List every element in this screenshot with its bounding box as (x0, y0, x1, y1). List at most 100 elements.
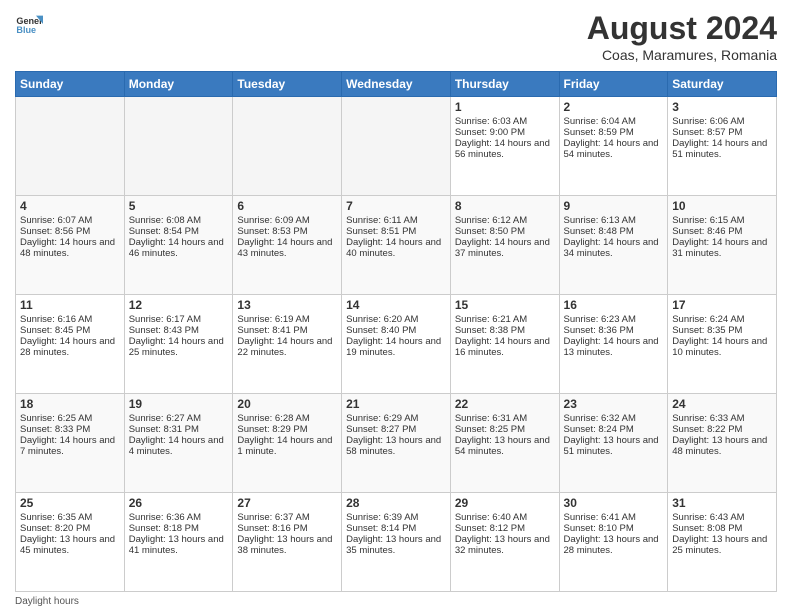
day-number: 9 (564, 199, 664, 213)
daylight-label: Daylight: 14 hours and 31 minutes. (672, 237, 767, 259)
daylight-label: Daylight: 14 hours and 1 minute. (237, 435, 332, 457)
logo-icon: General Blue (15, 10, 43, 38)
calendar-cell: 30 Sunrise: 6:41 AM Sunset: 8:10 PM Dayl… (559, 493, 668, 592)
calendar-cell: 27 Sunrise: 6:37 AM Sunset: 8:16 PM Dayl… (233, 493, 342, 592)
calendar-cell: 18 Sunrise: 6:25 AM Sunset: 8:33 PM Dayl… (16, 394, 125, 493)
calendar-cell (342, 97, 451, 196)
daylight-label: Daylight: 14 hours and 10 minutes. (672, 336, 767, 358)
calendar-cell: 17 Sunrise: 6:24 AM Sunset: 8:35 PM Dayl… (668, 295, 777, 394)
sunset-label: Sunset: 8:57 PM (672, 127, 742, 138)
day-number: 10 (672, 199, 772, 213)
calendar-cell (124, 97, 233, 196)
calendar-cell: 6 Sunrise: 6:09 AM Sunset: 8:53 PM Dayli… (233, 196, 342, 295)
daylight-label: Daylight: 14 hours and 46 minutes. (129, 237, 224, 259)
calendar-cell (233, 97, 342, 196)
daylight-label: Daylight: 14 hours and 40 minutes. (346, 237, 441, 259)
sunrise-label: Sunrise: 6:13 AM (564, 215, 636, 226)
calendar-cell: 21 Sunrise: 6:29 AM Sunset: 8:27 PM Dayl… (342, 394, 451, 493)
calendar-cell: 2 Sunrise: 6:04 AM Sunset: 8:59 PM Dayli… (559, 97, 668, 196)
daylight-label: Daylight: 13 hours and 38 minutes. (237, 534, 332, 556)
sunrise-label: Sunrise: 6:35 AM (20, 512, 92, 523)
day-header-saturday: Saturday (668, 72, 777, 97)
calendar-cell: 7 Sunrise: 6:11 AM Sunset: 8:51 PM Dayli… (342, 196, 451, 295)
day-number: 3 (672, 100, 772, 114)
sunrise-label: Sunrise: 6:23 AM (564, 314, 636, 325)
daylight-label: Daylight: 14 hours and 16 minutes. (455, 336, 550, 358)
day-number: 26 (129, 496, 229, 510)
day-number: 4 (20, 199, 120, 213)
sunset-label: Sunset: 8:27 PM (346, 424, 416, 435)
sunrise-label: Sunrise: 6:04 AM (564, 116, 636, 127)
daylight-label: Daylight: 13 hours and 51 minutes. (564, 435, 659, 457)
calendar-cell: 9 Sunrise: 6:13 AM Sunset: 8:48 PM Dayli… (559, 196, 668, 295)
daylight-label: Daylight: 14 hours and 4 minutes. (129, 435, 224, 457)
day-number: 21 (346, 397, 446, 411)
sunset-label: Sunset: 8:10 PM (564, 523, 634, 534)
daylight-label: Daylight: 13 hours and 54 minutes. (455, 435, 550, 457)
sunrise-label: Sunrise: 6:31 AM (455, 413, 527, 424)
header: General Blue August 2024 Coas, Maramures… (15, 10, 777, 63)
calendar-cell: 24 Sunrise: 6:33 AM Sunset: 8:22 PM Dayl… (668, 394, 777, 493)
sunrise-label: Sunrise: 6:37 AM (237, 512, 309, 523)
sunset-label: Sunset: 8:56 PM (20, 226, 90, 237)
day-header-thursday: Thursday (450, 72, 559, 97)
sunrise-label: Sunrise: 6:16 AM (20, 314, 92, 325)
day-number: 16 (564, 298, 664, 312)
day-number: 27 (237, 496, 337, 510)
calendar-table: SundayMondayTuesdayWednesdayThursdayFrid… (15, 71, 777, 592)
daylight-label: Daylight: 14 hours and 22 minutes. (237, 336, 332, 358)
daylight-label: Daylight: 14 hours and 43 minutes. (237, 237, 332, 259)
day-header-monday: Monday (124, 72, 233, 97)
sunset-label: Sunset: 8:22 PM (672, 424, 742, 435)
calendar-cell: 14 Sunrise: 6:20 AM Sunset: 8:40 PM Dayl… (342, 295, 451, 394)
calendar-cell: 15 Sunrise: 6:21 AM Sunset: 8:38 PM Dayl… (450, 295, 559, 394)
daylight-label: Daylight: 14 hours and 56 minutes. (455, 138, 550, 160)
daylight-label: Daylight: 13 hours and 41 minutes. (129, 534, 224, 556)
day-number: 19 (129, 397, 229, 411)
sunrise-label: Sunrise: 6:39 AM (346, 512, 418, 523)
month-year: August 2024 (587, 10, 777, 47)
footer-label: Daylight hours (15, 596, 79, 607)
day-number: 23 (564, 397, 664, 411)
sunset-label: Sunset: 8:43 PM (129, 325, 199, 336)
calendar-cell: 31 Sunrise: 6:43 AM Sunset: 8:08 PM Dayl… (668, 493, 777, 592)
calendar-cell (16, 97, 125, 196)
day-number: 20 (237, 397, 337, 411)
sunset-label: Sunset: 8:35 PM (672, 325, 742, 336)
day-number: 24 (672, 397, 772, 411)
sunset-label: Sunset: 8:36 PM (564, 325, 634, 336)
sunrise-label: Sunrise: 6:43 AM (672, 512, 744, 523)
sunrise-label: Sunrise: 6:36 AM (129, 512, 201, 523)
sunrise-label: Sunrise: 6:32 AM (564, 413, 636, 424)
sunset-label: Sunset: 8:59 PM (564, 127, 634, 138)
day-number: 1 (455, 100, 555, 114)
daylight-label: Daylight: 14 hours and 7 minutes. (20, 435, 115, 457)
daylight-label: Daylight: 13 hours and 25 minutes. (672, 534, 767, 556)
page-container: General Blue August 2024 Coas, Maramures… (0, 0, 792, 612)
daylight-label: Daylight: 13 hours and 35 minutes. (346, 534, 441, 556)
sunrise-label: Sunrise: 6:24 AM (672, 314, 744, 325)
sunset-label: Sunset: 8:53 PM (237, 226, 307, 237)
calendar-cell: 19 Sunrise: 6:27 AM Sunset: 8:31 PM Dayl… (124, 394, 233, 493)
calendar-cell: 13 Sunrise: 6:19 AM Sunset: 8:41 PM Dayl… (233, 295, 342, 394)
sunset-label: Sunset: 8:12 PM (455, 523, 525, 534)
daylight-label: Daylight: 14 hours and 51 minutes. (672, 138, 767, 160)
sunrise-label: Sunrise: 6:25 AM (20, 413, 92, 424)
sunset-label: Sunset: 8:24 PM (564, 424, 634, 435)
sunrise-label: Sunrise: 6:03 AM (455, 116, 527, 127)
sunset-label: Sunset: 8:08 PM (672, 523, 742, 534)
day-number: 5 (129, 199, 229, 213)
sunset-label: Sunset: 8:50 PM (455, 226, 525, 237)
sunrise-label: Sunrise: 6:28 AM (237, 413, 309, 424)
day-number: 29 (455, 496, 555, 510)
sunset-label: Sunset: 8:20 PM (20, 523, 90, 534)
calendar-cell: 12 Sunrise: 6:17 AM Sunset: 8:43 PM Dayl… (124, 295, 233, 394)
day-number: 2 (564, 100, 664, 114)
calendar-cell: 25 Sunrise: 6:35 AM Sunset: 8:20 PM Dayl… (16, 493, 125, 592)
calendar-cell: 20 Sunrise: 6:28 AM Sunset: 8:29 PM Dayl… (233, 394, 342, 493)
daylight-label: Daylight: 13 hours and 45 minutes. (20, 534, 115, 556)
day-number: 14 (346, 298, 446, 312)
title-block: August 2024 Coas, Maramures, Romania (587, 10, 777, 63)
sunset-label: Sunset: 8:31 PM (129, 424, 199, 435)
sunset-label: Sunset: 8:25 PM (455, 424, 525, 435)
